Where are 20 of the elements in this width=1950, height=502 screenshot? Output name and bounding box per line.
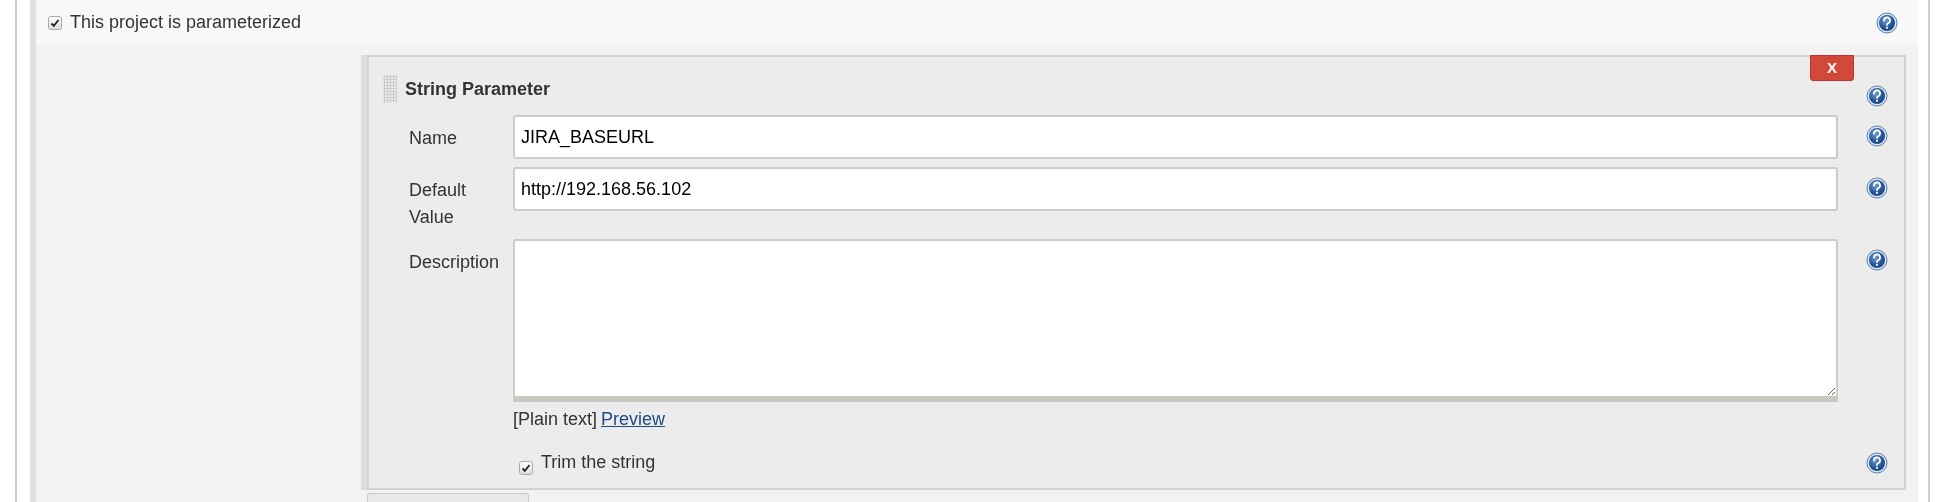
preview-link[interactable]: Preview	[601, 406, 666, 433]
help-icon[interactable]	[1866, 125, 1888, 147]
help-icon[interactable]	[1866, 177, 1888, 199]
checkbox[interactable]	[519, 460, 533, 475]
checkbox-label: Trim the string	[541, 451, 657, 474]
help-icon[interactable]	[1876, 11, 1898, 34]
checkbox-label: This project is parameterized	[70, 11, 303, 34]
section-title: String Parameter	[405, 77, 552, 101]
drag-handle[interactable]	[383, 75, 397, 103]
format-note: [Plain text]	[513, 408, 598, 431]
field-label: Name	[408, 127, 458, 150]
help-icon[interactable]	[1866, 451, 1888, 474]
delete-button[interactable]: X	[1810, 55, 1854, 81]
checkbox[interactable]	[48, 15, 62, 30]
input-field[interactable]: http://192.168.56.102	[513, 167, 1838, 211]
input-field[interactable]: JIRA_BASEURL	[513, 115, 1838, 159]
field-label: Default Value	[408, 179, 468, 229]
help-icon[interactable]	[1866, 85, 1888, 107]
field-label: Description	[408, 251, 501, 274]
help-icon[interactable]	[1866, 249, 1888, 271]
